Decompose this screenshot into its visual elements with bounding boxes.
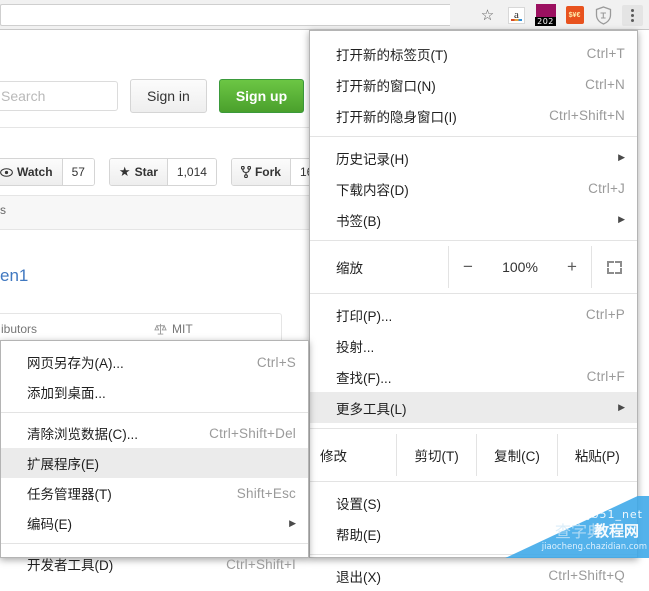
zoom-in-button[interactable]: + xyxy=(553,257,591,277)
submenu-developer-tools[interactable]: 开发者工具(D) Ctrl+Shift+I xyxy=(1,549,308,579)
menu-settings[interactable]: 设置(S) xyxy=(310,487,637,518)
chrome-menu-kebab-icon[interactable] xyxy=(618,0,647,30)
menu-help[interactable]: 帮助(E) ▶ xyxy=(310,518,637,549)
menu-history[interactable]: 历史记录(H) ▶ xyxy=(310,142,637,173)
toolbar-icon-strip: ☆ a 202 $¥€ xyxy=(473,0,647,30)
extension-badge-count: 202 xyxy=(535,17,556,26)
fullscreen-icon xyxy=(607,260,622,274)
browser-toolbar: ☆ a 202 $¥€ xyxy=(0,0,649,30)
sign-up-button[interactable]: Sign up xyxy=(218,79,305,113)
zoom-row: 缩放 − 100% + xyxy=(310,246,637,288)
menu-separator xyxy=(310,136,637,137)
adblock-shield-extension-icon[interactable] xyxy=(589,0,618,30)
menu-cast[interactable]: 投射... xyxy=(310,330,637,361)
more-tools-submenu[interactable]: 网页另存为(A)... Ctrl+S 添加到桌面... 清除浏览数据(C)...… xyxy=(0,340,309,573)
watch-stat[interactable]: Watch 57 xyxy=(0,158,95,186)
eye-icon xyxy=(0,167,13,177)
paste-button[interactable]: 粘贴(P) xyxy=(556,434,637,476)
zoom-controls: − 100% + xyxy=(448,246,592,288)
menu-print[interactable]: 打印(P)... Ctrl+P xyxy=(310,299,637,330)
star-label: ★ Star xyxy=(109,159,167,185)
chevron-right-icon: ▶ xyxy=(618,214,625,224)
currency-glyph: $¥€ xyxy=(565,6,584,24)
submenu-task-manager[interactable]: 任务管理器(T) Shift+Esc xyxy=(1,478,308,508)
submenu-clear-browsing-data[interactable]: 清除浏览数据(C)... Ctrl+Shift+Del xyxy=(1,418,308,448)
search-input[interactable]: Search xyxy=(0,81,118,111)
menu-more-tools[interactable]: 更多工具(L) ▶ xyxy=(310,392,637,423)
edit-row: 修改 剪切(T) 复制(C) 粘贴(P) xyxy=(310,434,637,476)
github-subheader xyxy=(0,31,309,67)
repo-title-link[interactable]: en1 xyxy=(0,266,28,286)
submenu-extensions[interactable]: 扩展程序(E) xyxy=(1,448,308,478)
menu-exit[interactable]: 退出(X) Ctrl+Shift+Q xyxy=(310,560,637,591)
star-count: 1,014 xyxy=(166,159,216,185)
menu-separator xyxy=(1,543,308,544)
currency-converter-extension-icon[interactable]: $¥€ xyxy=(560,0,589,30)
star-icon: ★ xyxy=(118,164,131,179)
menu-find[interactable]: 查找(F)... Ctrl+F xyxy=(310,361,637,392)
fork-icon xyxy=(240,166,251,178)
fullscreen-button[interactable] xyxy=(592,246,637,288)
contributors-label: ibutors xyxy=(1,322,38,336)
chevron-right-icon: ▶ xyxy=(618,152,625,162)
menu-separator xyxy=(310,554,637,555)
copy-button[interactable]: 复制(C) xyxy=(476,434,556,476)
address-bar[interactable] xyxy=(0,4,450,26)
menu-new-window[interactable]: 打开新的窗口(N) Ctrl+N xyxy=(310,69,637,100)
zoom-label: 缩放 xyxy=(336,261,363,276)
menu-separator xyxy=(310,293,637,294)
header-divider xyxy=(0,127,309,128)
chevron-right-icon: ▶ xyxy=(618,402,625,412)
shield-icon xyxy=(595,5,612,25)
sign-in-button[interactable]: Sign in xyxy=(130,79,207,113)
edit-label: 修改 xyxy=(320,449,347,464)
repo-nav-band xyxy=(0,195,309,230)
amazon-extension-icon[interactable]: a xyxy=(502,0,531,30)
zoom-level-value: 100% xyxy=(502,259,538,275)
chevron-right-icon: ▶ xyxy=(289,517,296,528)
menu-separator xyxy=(310,428,637,429)
chrome-main-menu[interactable]: 打开新的标签页(T) Ctrl+T 打开新的窗口(N) Ctrl+N 打开新的隐… xyxy=(309,30,638,585)
menu-bookmarks[interactable]: 书签(B) ▶ xyxy=(310,204,637,235)
menu-downloads[interactable]: 下载内容(D) Ctrl+J xyxy=(310,173,637,204)
submenu-add-to-desktop[interactable]: 添加到桌面... xyxy=(1,377,308,407)
license-label: MIT xyxy=(154,322,193,336)
github-repo-stats: Watch 57 ★ Star 1,014 Fork 166 xyxy=(0,158,330,186)
badge-extension-icon[interactable]: 202 xyxy=(531,0,560,30)
menu-new-tab[interactable]: 打开新的标签页(T) Ctrl+T xyxy=(310,38,637,69)
watch-label: Watch xyxy=(0,159,62,185)
submenu-encoding[interactable]: 编码(E) ▶ xyxy=(1,508,308,538)
github-auth-row: Search Sign in Sign up xyxy=(0,78,305,114)
scales-icon xyxy=(154,323,167,335)
repo-nav-text: s xyxy=(0,203,6,217)
menu-separator xyxy=(310,481,637,482)
menu-separator xyxy=(310,240,637,241)
watch-count: 57 xyxy=(61,159,94,185)
menu-new-incognito-window[interactable]: 打开新的隐身窗口(I) Ctrl+Shift+N xyxy=(310,100,637,131)
chevron-right-icon: ▶ xyxy=(618,528,625,538)
submenu-save-page-as[interactable]: 网页另存为(A)... Ctrl+S xyxy=(1,347,308,377)
cut-button[interactable]: 剪切(T) xyxy=(396,434,476,476)
menu-separator xyxy=(1,412,308,413)
bookmark-star-icon[interactable]: ☆ xyxy=(473,0,502,30)
zoom-out-button[interactable]: − xyxy=(449,257,487,277)
fork-label: Fork xyxy=(231,159,290,185)
star-stat[interactable]: ★ Star 1,014 xyxy=(108,158,217,186)
